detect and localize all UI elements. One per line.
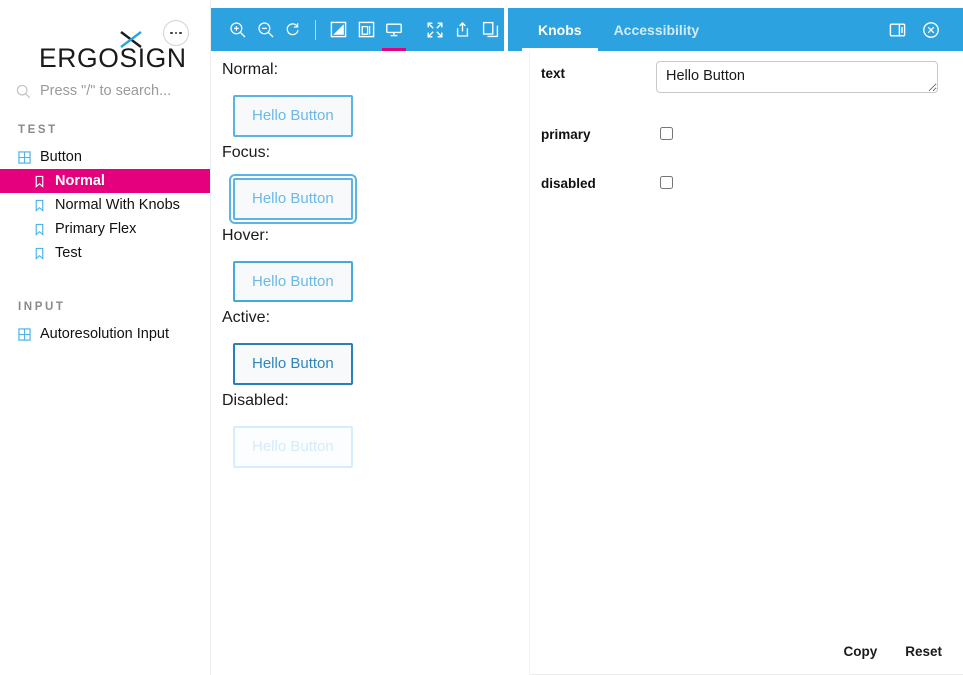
sidebar-item-label: Test <box>55 244 82 261</box>
state-label: Disabled: <box>222 392 289 409</box>
toolbar-divider <box>315 19 317 40</box>
state-label: Focus: <box>222 143 271 161</box>
component-grid-icon <box>18 150 31 164</box>
state-block-active: Active: Hello Button <box>222 309 529 385</box>
tab-accessibility[interactable]: Accessibility <box>598 8 716 51</box>
state-label: Normal: <box>222 61 279 78</box>
nav-heading-input: INPUT <box>18 301 66 313</box>
copy-link-icon[interactable] <box>476 8 504 51</box>
copy-button[interactable]: Copy <box>837 640 883 663</box>
content-row: Normal: Hello Button Focus: Hello Button… <box>211 51 963 675</box>
knob-control-primary <box>656 122 938 140</box>
close-circle-icon[interactable] <box>919 18 943 42</box>
search-icon <box>16 84 31 98</box>
sidebar-item-label: Normal With Knobs <box>55 196 180 213</box>
state-block-normal: Normal: Hello Button <box>222 61 529 137</box>
preview-toolbar: Knobs Accessibility <box>211 8 963 51</box>
knobs-panel: text primary disabled <box>529 51 963 675</box>
demo-button-hover[interactable]: Hello Button <box>233 260 353 303</box>
zoom-out-icon[interactable] <box>252 8 280 51</box>
sidebar-item-normal-with-knobs[interactable]: Normal With Knobs <box>0 193 210 217</box>
state-label: Active: <box>222 309 271 327</box>
copy-layers-icon[interactable] <box>352 8 380 51</box>
nav-heading-test: TEST <box>18 124 58 136</box>
bookmark-icon <box>35 175 44 188</box>
tab-knobs-label: Knobs <box>538 21 582 38</box>
knob-row-disabled: disabled <box>541 171 938 191</box>
knob-label-primary: primary <box>541 127 591 142</box>
demo-button-disabled: Hello Button <box>233 426 353 468</box>
brand-header: ERGOSIGN <box>0 0 210 73</box>
nav-group-spacer <box>0 265 210 285</box>
state-label: Hover: <box>222 226 270 244</box>
sidebar-item-label: Button <box>40 148 82 165</box>
knob-row-text: text <box>541 61 938 93</box>
sidebar-item-label: Autoresolution Input <box>40 325 169 342</box>
knob-control-disabled <box>656 171 938 189</box>
knob-checkbox-primary[interactable] <box>660 127 673 140</box>
expand-icon[interactable] <box>421 8 449 51</box>
tab-knobs[interactable]: Knobs <box>522 8 598 51</box>
knob-label-text: text <box>541 66 566 81</box>
share-icon[interactable] <box>448 8 476 51</box>
sidebar-item-normal[interactable]: Normal <box>0 169 210 193</box>
demo-button-focus[interactable]: Hello Button <box>229 173 357 224</box>
sidebar-item-test[interactable]: Test <box>0 241 210 265</box>
fullscreen-preview-icon[interactable] <box>380 8 408 51</box>
background-grid-icon[interactable] <box>324 8 352 51</box>
storybook-app: ERGOSIGN Press "/" to search... TEST But… <box>0 0 963 675</box>
knob-checkbox-disabled[interactable] <box>660 176 673 189</box>
sidebar-nav: TEST Button Normal Normal With Knobs Pri… <box>0 124 210 346</box>
state-block-disabled: Disabled: Hello Button <box>222 392 529 468</box>
toolbar-panel-tabs: Knobs Accessibility <box>508 8 963 51</box>
bookmark-icon <box>35 223 44 236</box>
brand-wordmark: ERGOSIGN <box>39 43 187 73</box>
demo-button-active[interactable]: Hello Button <box>233 343 353 385</box>
knob-textarea-text[interactable] <box>656 61 938 93</box>
ellipsis-icon[interactable] <box>163 20 189 46</box>
demo-button-normal[interactable]: Hello Button <box>233 95 353 137</box>
panel-layout-icon[interactable] <box>885 18 909 42</box>
sidebar-item-primary-flex[interactable]: Primary Flex <box>0 217 210 241</box>
sidebar-item-autoresolution-input[interactable]: Autoresolution Input <box>0 322 210 346</box>
knob-row-primary: primary <box>541 122 938 142</box>
knob-control-text <box>656 61 938 93</box>
zoom-reset-icon[interactable] <box>280 8 308 51</box>
tab-accessibility-label: Accessibility <box>613 21 700 38</box>
sidebar-item-label: Primary Flex <box>55 220 137 237</box>
bookmark-icon <box>35 247 44 260</box>
search-input[interactable]: Press "/" to search... <box>0 74 210 108</box>
component-preview: Normal: Hello Button Focus: Hello Button… <box>211 51 529 675</box>
state-block-hover: Hover: Hello Button <box>222 227 529 303</box>
zoom-in-icon[interactable] <box>224 8 252 51</box>
sidebar: ERGOSIGN Press "/" to search... TEST But… <box>0 0 210 675</box>
main-area: Knobs Accessibility Normal: Hello Button… <box>210 0 963 675</box>
sidebar-item-label: Normal <box>55 172 105 189</box>
toolbar-left-tools <box>211 8 504 51</box>
panel-controls <box>885 18 963 42</box>
knobs-footer-actions: Copy Reset <box>837 640 948 663</box>
knob-label-disabled: disabled <box>541 176 596 191</box>
sidebar-item-button[interactable]: Button <box>0 145 210 169</box>
bookmark-icon <box>35 199 44 212</box>
reset-button[interactable]: Reset <box>899 640 948 663</box>
search-placeholder: Press "/" to search... <box>40 83 172 99</box>
component-grid-icon <box>18 327 31 341</box>
state-block-focus: Focus: Hello Button <box>222 143 529 224</box>
